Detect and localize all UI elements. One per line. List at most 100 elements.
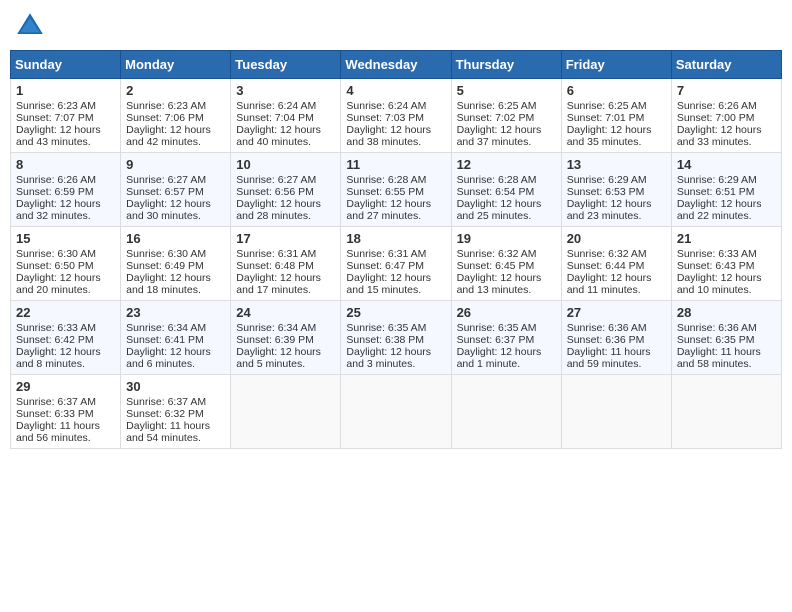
logo-icon <box>14 10 46 42</box>
sunset-label: Sunset: 6:44 PM <box>567 260 645 272</box>
calendar-cell: 15Sunrise: 6:30 AMSunset: 6:50 PMDayligh… <box>11 227 121 301</box>
daylight-label: Daylight: 12 hours and 38 minutes. <box>346 124 431 148</box>
calendar-cell: 4Sunrise: 6:24 AMSunset: 7:03 PMDaylight… <box>341 79 451 153</box>
calendar-cell <box>671 375 781 449</box>
sunset-label: Sunset: 6:45 PM <box>457 260 535 272</box>
sunset-label: Sunset: 7:07 PM <box>16 112 94 124</box>
daylight-label: Daylight: 12 hours and 37 minutes. <box>457 124 542 148</box>
sunset-label: Sunset: 6:38 PM <box>346 334 424 346</box>
sunset-label: Sunset: 6:39 PM <box>236 334 314 346</box>
day-number: 9 <box>126 157 225 172</box>
sunset-label: Sunset: 6:49 PM <box>126 260 204 272</box>
sunrise-label: Sunrise: 6:37 AM <box>126 396 206 408</box>
day-number: 30 <box>126 379 225 394</box>
day-number: 15 <box>16 231 115 246</box>
day-number: 4 <box>346 83 445 98</box>
sunrise-label: Sunrise: 6:25 AM <box>567 100 647 112</box>
calendar-week-row: 8Sunrise: 6:26 AMSunset: 6:59 PMDaylight… <box>11 153 782 227</box>
calendar-cell: 20Sunrise: 6:32 AMSunset: 6:44 PMDayligh… <box>561 227 671 301</box>
calendar-week-row: 15 Sunrise: 6:30 AM Sunset: 6:50 PM Dayligh… <box>11 227 782 301</box>
daylight-label: Daylight: 12 hours and 22 minutes. <box>677 198 762 222</box>
sunrise-label: Sunrise: 6:29 AM <box>567 174 647 186</box>
calendar-cell <box>451 375 561 449</box>
sunrise-label: Sunrise: 6:36 AM <box>677 322 757 334</box>
sunset-label: Sunset: 6:53 PM <box>567 186 645 198</box>
calendar-cell: 22Sunrise: 6:33 AMSunset: 6:42 PMDayligh… <box>11 301 121 375</box>
calendar-cell: 1Sunrise: 6:23 AMSunset: 7:07 PMDaylight… <box>11 79 121 153</box>
day-number: 16 <box>126 231 225 246</box>
sunset-label: Sunset: 7:04 PM <box>236 112 314 124</box>
sunset-label: Sunset: 6:35 PM <box>677 334 755 346</box>
calendar-cell: 28 Sunrise: 6:36 AMSunset: 6:35 PMDayligh… <box>671 301 781 375</box>
day-number: 6 <box>567 83 666 98</box>
calendar-cell: 9Sunrise: 6:27 AMSunset: 6:57 PMDaylight… <box>121 153 231 227</box>
sunrise-label: Sunrise: 6:30 AM <box>126 248 206 260</box>
calendar-table: SundayMondayTuesdayWednesdayThursdayFrid… <box>10 50 782 449</box>
calendar-cell: 3Sunrise: 6:24 AMSunset: 7:04 PMDaylight… <box>231 79 341 153</box>
day-number: 7 <box>677 83 776 98</box>
day-number: 29 <box>16 379 115 394</box>
day-number: 20 <box>567 231 666 246</box>
calendar-cell: 2 Sunrise: 6:23 AMSunset: 7:06 PMDaylight… <box>121 79 231 153</box>
day-number: 2 <box>126 83 225 98</box>
daylight-label: Daylight: 12 hours and 40 minutes. <box>236 124 321 148</box>
sunset-label: Sunset: 6:55 PM <box>346 186 424 198</box>
daylight-label: Daylight: 11 hours and 58 minutes. <box>677 346 761 370</box>
sunset-label: Sunset: 6:48 PM <box>236 260 314 272</box>
sunset-label: Sunset: 6:54 PM <box>457 186 535 198</box>
calendar-cell: 24Sunrise: 6:34 AMSunset: 6:39 PMDayligh… <box>231 301 341 375</box>
sunrise-label: Sunrise: 6:28 AM <box>346 174 426 186</box>
weekday-header-thursday: Thursday <box>451 51 561 79</box>
calendar-cell: 16 Sunrise: 6:30 AMSunset: 6:49 PMDayligh… <box>121 227 231 301</box>
sunset-label: Sunset: 6:33 PM <box>16 408 94 420</box>
calendar-cell: 12Sunrise: 6:28 AMSunset: 6:54 PMDayligh… <box>451 153 561 227</box>
calendar-week-row: 29 Sunrise: 6:37 AM Sunset: 6:33 PM Dayligh… <box>11 375 782 449</box>
calendar-cell: 17Sunrise: 6:31 AMSunset: 6:48 PMDayligh… <box>231 227 341 301</box>
sunset-label: Sunset: 7:01 PM <box>567 112 645 124</box>
sunrise-label: Sunrise: 6:24 AM <box>346 100 426 112</box>
sunrise-label: Sunrise: 6:33 AM <box>677 248 757 260</box>
daylight-label: Daylight: 11 hours and 54 minutes. <box>126 420 210 444</box>
day-number: 28 <box>677 305 776 320</box>
sunset-label: Sunset: 6:59 PM <box>16 186 94 198</box>
daylight-label: Daylight: 12 hours and 42 minutes. <box>126 124 211 148</box>
daylight-label: Daylight: 12 hours and 30 minutes. <box>126 198 211 222</box>
daylight-label: Daylight: 12 hours and 6 minutes. <box>126 346 211 370</box>
sunrise-label: Sunrise: 6:34 AM <box>236 322 316 334</box>
day-number: 1 <box>16 83 115 98</box>
sunrise-label: Sunrise: 6:35 AM <box>346 322 426 334</box>
sunset-label: Sunset: 6:37 PM <box>457 334 535 346</box>
weekday-header-saturday: Saturday <box>671 51 781 79</box>
sunset-label: Sunset: 6:50 PM <box>16 260 94 272</box>
sunset-label: Sunset: 6:36 PM <box>567 334 645 346</box>
daylight-label: Daylight: 12 hours and 3 minutes. <box>346 346 431 370</box>
weekday-header-wednesday: Wednesday <box>341 51 451 79</box>
daylight-label: Daylight: 12 hours and 5 minutes. <box>236 346 321 370</box>
calendar-cell: 11Sunrise: 6:28 AMSunset: 6:55 PMDayligh… <box>341 153 451 227</box>
sunrise-label: Sunrise: 6:29 AM <box>677 174 757 186</box>
daylight-label: Daylight: 12 hours and 13 minutes. <box>457 272 542 296</box>
calendar-cell: 30Sunrise: 6:37 AMSunset: 6:32 PMDayligh… <box>121 375 231 449</box>
calendar-cell: 7Sunrise: 6:26 AMSunset: 7:00 PMDaylight… <box>671 79 781 153</box>
daylight-label: Daylight: 11 hours and 59 minutes. <box>567 346 651 370</box>
daylight-label: Daylight: 12 hours and 15 minutes. <box>346 272 431 296</box>
calendar-week-row: 1Sunrise: 6:23 AMSunset: 7:07 PMDaylight… <box>11 79 782 153</box>
weekday-header-tuesday: Tuesday <box>231 51 341 79</box>
day-number: 12 <box>457 157 556 172</box>
sunset-label: Sunset: 7:02 PM <box>457 112 535 124</box>
calendar-cell: 27Sunrise: 6:36 AMSunset: 6:36 PMDayligh… <box>561 301 671 375</box>
sunrise-label: Sunrise: 6:23 AM <box>16 100 96 112</box>
daylight-label: Daylight: 12 hours and 32 minutes. <box>16 198 101 222</box>
daylight-label: Daylight: 12 hours and 18 minutes. <box>126 272 211 296</box>
calendar-cell <box>231 375 341 449</box>
calendar-cell: 29Sunrise: 6:37 AMSunset: 6:33 PMDayligh… <box>11 375 121 449</box>
day-number: 8 <box>16 157 115 172</box>
calendar-cell: 5Sunrise: 6:25 AMSunset: 7:02 PMDaylight… <box>451 79 561 153</box>
page-header <box>10 10 782 42</box>
day-number: 23 <box>126 305 225 320</box>
sunrise-label: Sunrise: 6:23 AM <box>126 100 206 112</box>
calendar-cell: 26Sunrise: 6:35 AMSunset: 6:37 PMDayligh… <box>451 301 561 375</box>
logo <box>14 10 50 42</box>
sunset-label: Sunset: 7:06 PM <box>126 112 204 124</box>
daylight-label: Daylight: 12 hours and 8 minutes. <box>16 346 101 370</box>
